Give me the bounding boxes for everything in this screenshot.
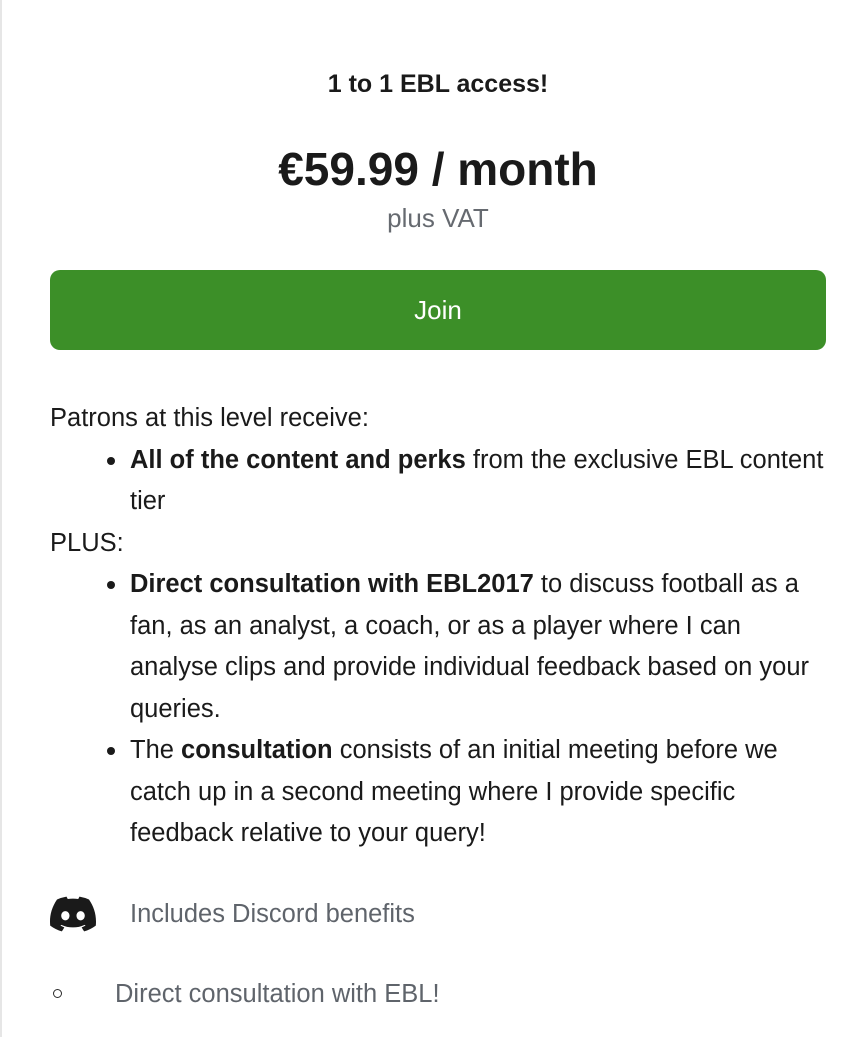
extra-bold: consultation	[181, 736, 333, 764]
tier-description: Patrons at this level receive: All of th…	[50, 398, 826, 855]
extra-prefix: The	[130, 736, 182, 764]
benefit-label: Includes Discord benefits	[130, 899, 415, 928]
perk-bold: All of the content and perks	[130, 445, 466, 474]
benefit-label: Direct consultation with EBL!	[115, 979, 440, 1008]
join-button[interactable]: Join	[50, 270, 826, 350]
benefit-discord: Includes Discord benefits	[50, 894, 826, 934]
discord-icon	[50, 896, 97, 932]
tier-price: €59.99 / month	[278, 143, 598, 195]
description-intro: Patrons at this level receive:	[50, 404, 369, 432]
perks-list: All of the content and perks from the ex…	[50, 440, 826, 523]
price-note: plus VAT	[387, 203, 489, 233]
extras-list: Direct consultation with EBL2017 to disc…	[50, 564, 826, 855]
panel-left-border	[0, 0, 2, 1037]
list-item: The consultation consists of an initial …	[107, 730, 826, 855]
list-item: All of the content and perks from the ex…	[107, 440, 826, 523]
benefit-consultation: Direct consultation with EBL!	[50, 974, 826, 1014]
extra-bold: Direct consultation with EBL2017	[130, 570, 534, 598]
tier-title: 1 to 1 EBL access!	[327, 70, 549, 98]
plus-label: PLUS:	[50, 528, 124, 557]
list-item: Direct consultation with EBL2017 to disc…	[107, 564, 826, 730]
circle-bullet-icon	[53, 989, 62, 998]
